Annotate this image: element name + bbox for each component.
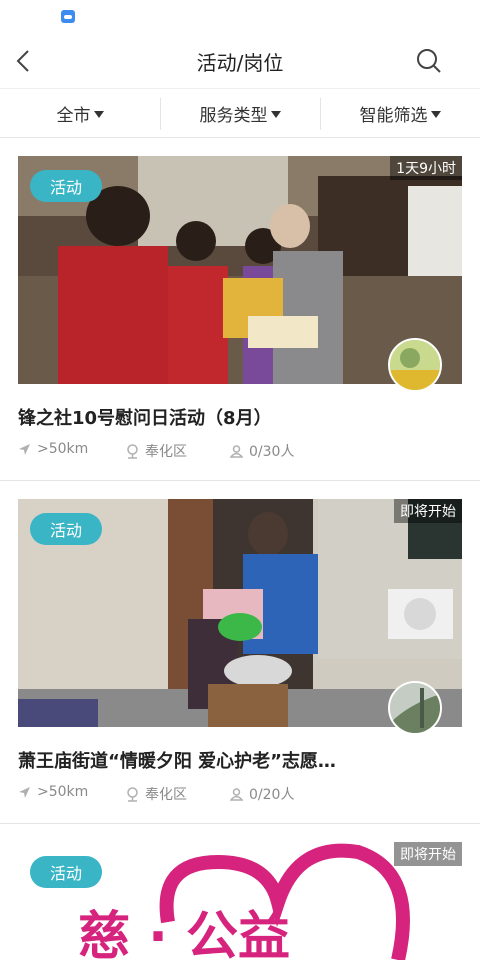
map-pin-icon	[127, 786, 138, 802]
filter-bar: 全市 服务类型 智能筛选	[0, 88, 480, 138]
filter-service-type-label: 服务类型	[199, 105, 268, 126]
dropdown-caret-icon	[93, 110, 104, 118]
organizer-avatar[interactable]	[388, 681, 442, 735]
type-badge: 活动	[30, 513, 102, 545]
time-status-badge: 1天9小时	[390, 156, 462, 180]
distance: >50km	[18, 441, 88, 457]
district: 奉化区	[126, 441, 187, 461]
dropdown-caret-icon	[270, 110, 281, 118]
filter-smart-label: 智能筛选	[359, 105, 428, 126]
distance: >50km	[18, 784, 88, 800]
status-bar	[0, 0, 480, 36]
time-status-badge: 即将开始	[394, 499, 462, 523]
filter-city-label: 全市	[56, 105, 91, 126]
nav-bar: 活动/岗位	[0, 36, 480, 88]
participants: 0/30人	[230, 441, 294, 461]
district-value: 奉化区	[145, 444, 187, 460]
location-arrow-icon	[19, 443, 30, 455]
logo-text: 慈 · 公益	[78, 907, 290, 960]
activity-card[interactable]: 活动 1天9小时 锋之社10号慰问日活动（8月） >50km 奉化区 0/30人	[0, 138, 480, 480]
district-value: 奉化区	[145, 787, 187, 803]
person-icon	[230, 444, 243, 458]
filter-city[interactable]: 全市	[0, 89, 160, 137]
person-icon	[230, 787, 243, 801]
participants-value: 0/30人	[249, 444, 295, 460]
activity-title: 锋之社10号慰问日活动（8月）	[18, 408, 272, 429]
page-title: 活动/岗位	[196, 51, 284, 75]
activity-title: 萧王庙街道“情暖夕阳 爱心护老”志愿…	[18, 751, 336, 772]
type-badge: 活动	[30, 856, 102, 888]
dropdown-caret-icon	[430, 110, 441, 118]
map-pin-icon	[127, 443, 138, 459]
time-status-badge: 即将开始	[394, 842, 462, 866]
activity-card[interactable]: 活动 即将开始 萧王庙街道“情暖夕阳 爱心护老”志愿… >50km 奉化区 0/…	[0, 481, 480, 823]
filter-smart[interactable]: 智能筛选	[320, 89, 480, 137]
participants-value: 0/20人	[249, 787, 295, 803]
filter-service-type[interactable]: 服务类型	[160, 89, 320, 137]
search-icon	[417, 49, 441, 73]
district: 奉化区	[126, 784, 187, 804]
location-arrow-icon	[19, 786, 30, 798]
distance-value: >50km	[37, 441, 89, 457]
type-badge: 活动	[30, 170, 102, 202]
app-notification-icon	[61, 10, 75, 23]
distance-value: >50km	[37, 784, 89, 800]
search-button[interactable]	[414, 46, 444, 76]
activity-photo: 慈 · 公益 活动 即将开始	[18, 842, 462, 960]
participants: 0/20人	[230, 784, 294, 804]
organizer-avatar[interactable]	[388, 338, 442, 392]
activity-card[interactable]: 慈 · 公益 活动 即将开始	[0, 824, 480, 960]
